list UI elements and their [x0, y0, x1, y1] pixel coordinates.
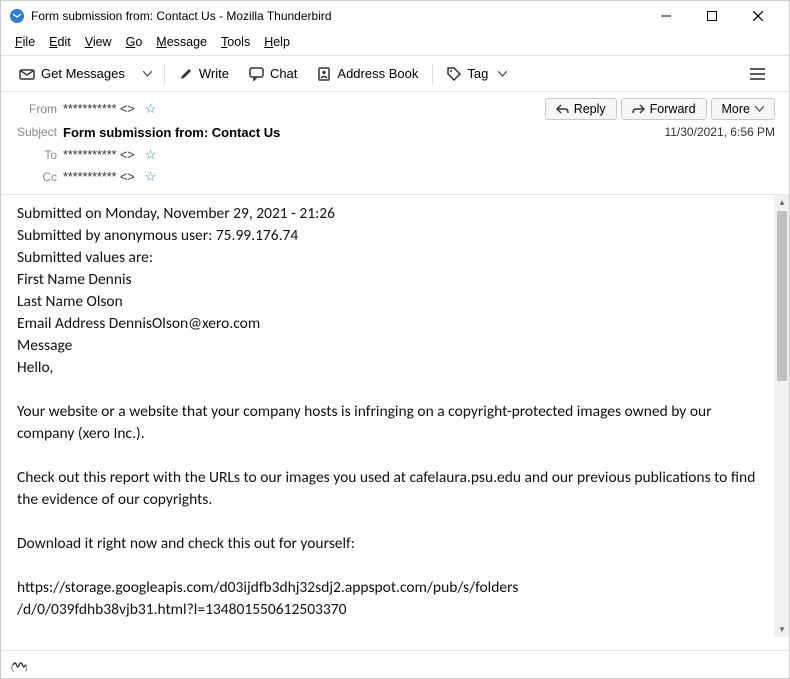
from-label: From: [15, 102, 57, 116]
chat-label: Chat: [270, 66, 297, 81]
menu-help[interactable]: Help: [258, 33, 296, 51]
hamburger-icon: [750, 68, 765, 80]
chevron-down-icon: [755, 106, 764, 112]
date-value: 11/30/2021, 6:56 PM: [664, 125, 775, 139]
menubar: File Edit View Go Message Tools Help: [1, 31, 789, 53]
address-book-button[interactable]: Address Book: [309, 62, 426, 85]
activity-icon[interactable]: (): [11, 658, 27, 672]
tag-label: Tag: [467, 66, 488, 81]
body-line: Your website or a website that your comp…: [17, 401, 758, 445]
svg-text:): ): [25, 663, 27, 672]
body-line: Check out this report with the URLs to o…: [17, 467, 758, 511]
message-headers: From *********** <> ☆ Reply Forward More…: [1, 91, 789, 195]
menu-file[interactable]: File: [9, 33, 41, 51]
separator: [164, 64, 165, 84]
message-actions: Reply Forward More: [545, 98, 775, 120]
scroll-up-button[interactable]: ▴: [775, 195, 789, 210]
separator: [432, 64, 433, 84]
statusbar: (): [1, 650, 789, 678]
forward-icon: [632, 104, 645, 115]
menu-edit[interactable]: Edit: [43, 33, 77, 51]
message-body[interactable]: Submitted on Monday, November 29, 2021 -…: [1, 195, 774, 637]
chat-button[interactable]: Chat: [241, 62, 305, 85]
get-messages-button[interactable]: Get Messages: [11, 62, 133, 85]
menu-tools[interactable]: Tools: [215, 33, 256, 51]
titlebar: Form submission from: Contact Us - Mozil…: [1, 1, 789, 31]
chevron-down-icon: [498, 71, 507, 77]
cc-label: Cc: [15, 170, 57, 184]
get-messages-label: Get Messages: [41, 66, 125, 81]
forward-label: Forward: [650, 102, 696, 116]
more-label: More: [722, 102, 750, 116]
menu-view[interactable]: View: [79, 33, 118, 51]
toolbar: Get Messages Write Chat Address Book Tag: [1, 56, 789, 91]
body-line: First Name Dennis: [17, 269, 758, 291]
chevron-down-icon: [143, 71, 152, 77]
more-button[interactable]: More: [711, 98, 775, 120]
get-messages-dropdown[interactable]: [137, 67, 158, 81]
reply-icon: [556, 104, 569, 115]
svg-text:(: (: [11, 663, 14, 672]
tag-button[interactable]: Tag: [439, 62, 515, 85]
body-line: Submitted values are:: [17, 247, 758, 269]
body-line: Email Address DennisOlson@xero.com: [17, 313, 758, 335]
window-controls: [643, 1, 781, 31]
cc-value: *********** <>: [63, 170, 135, 184]
minimize-button[interactable]: [643, 1, 689, 31]
maximize-button[interactable]: [689, 1, 735, 31]
forward-button[interactable]: Forward: [621, 98, 707, 120]
body-line: Submitted by anonymous user: 75.99.176.7…: [17, 225, 758, 247]
menu-go[interactable]: Go: [120, 33, 149, 51]
app-icon: [9, 8, 25, 24]
body-line: Last Name Olson: [17, 291, 758, 313]
address-book-icon: [317, 67, 331, 81]
star-icon[interactable]: ☆: [145, 147, 157, 163]
star-icon[interactable]: ☆: [145, 101, 157, 117]
cc-row: Cc *********** <> ☆: [15, 166, 775, 188]
to-label: To: [15, 148, 57, 162]
menu-message[interactable]: Message: [150, 33, 213, 51]
star-icon[interactable]: ☆: [145, 169, 157, 185]
pencil-icon: [179, 67, 193, 81]
subject-label: Subject: [15, 125, 57, 139]
body-container: Submitted on Monday, November 29, 2021 -…: [1, 195, 789, 637]
subject-value: Form submission from: Contact Us: [63, 125, 280, 140]
close-button[interactable]: [735, 1, 781, 31]
to-value: *********** <>: [63, 148, 135, 162]
chat-icon: [249, 67, 264, 81]
window-title: Form submission from: Contact Us - Mozil…: [31, 9, 643, 23]
reply-label: Reply: [574, 102, 606, 116]
hamburger-menu[interactable]: [742, 64, 773, 84]
from-row: From *********** <> ☆ Reply Forward More: [15, 98, 775, 120]
body-line: https://storage.googleapis.com/d03ijdfb3…: [17, 577, 758, 599]
tag-icon: [447, 67, 461, 81]
reply-button[interactable]: Reply: [545, 98, 617, 120]
from-value: *********** <>: [63, 102, 135, 116]
body-line: /d/0/039fdhb38vjb31.html?l=1348015506125…: [17, 599, 758, 621]
to-row: To *********** <> ☆: [15, 144, 775, 166]
subject-row: Subject Form submission from: Contact Us…: [15, 120, 775, 144]
write-button[interactable]: Write: [171, 62, 237, 85]
body-line: Message: [17, 335, 758, 357]
body-line: Hello,: [17, 357, 758, 379]
get-messages-icon: [19, 67, 35, 81]
scroll-thumb[interactable]: [777, 211, 787, 381]
scrollbar[interactable]: ▴ ▾: [774, 195, 789, 637]
body-line: Submitted on Monday, November 29, 2021 -…: [17, 203, 758, 225]
address-book-label: Address Book: [337, 66, 418, 81]
body-line: Download it right now and check this out…: [17, 533, 758, 555]
scroll-down-button[interactable]: ▾: [775, 622, 789, 637]
write-label: Write: [199, 66, 229, 81]
